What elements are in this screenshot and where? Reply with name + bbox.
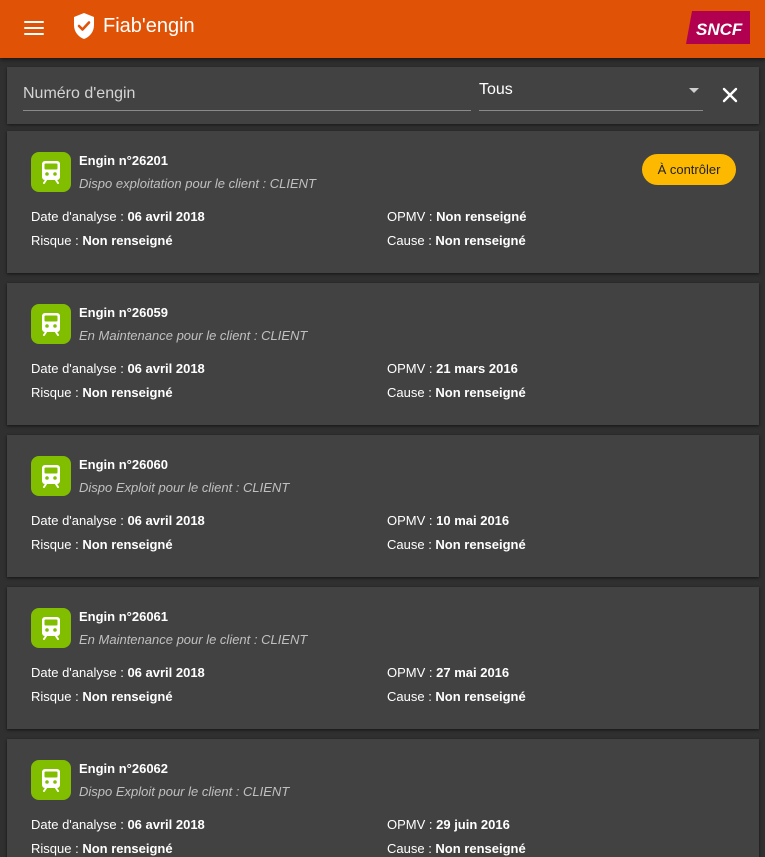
engine-number: Engin n°26060	[79, 457, 169, 472]
engine-number: Engin n°26061	[79, 609, 169, 624]
analysis-date-value: 06 avril 2018	[127, 817, 205, 832]
opmv: OPMV : 10 mai 2016	[387, 513, 509, 528]
cause-label: Cause :	[387, 537, 436, 552]
engine-number: Engin n°26201	[79, 153, 169, 168]
train-icon	[31, 152, 71, 192]
risk: Risque : Non renseigné	[31, 689, 173, 704]
caret-down-icon	[689, 88, 699, 93]
analysis-date: Date d'analyse : 06 avril 2018	[31, 361, 205, 376]
cause: Cause : Non renseigné	[387, 233, 526, 248]
engine-card[interactable]: Engin n°26059 En Maintenance pour le clie…	[7, 283, 759, 425]
risk: Risque : Non renseigné	[31, 537, 173, 552]
engine-status: Dispo Exploit pour le client : CLIENT	[79, 480, 290, 495]
analysis-date-label: Date d'analyse :	[31, 817, 128, 832]
cause: Cause : Non renseigné	[387, 385, 526, 400]
risk-label: Risque :	[31, 537, 83, 552]
analysis-date-label: Date d'analyse :	[31, 513, 128, 528]
cause-label: Cause :	[387, 689, 436, 704]
cause-value: Non renseigné	[435, 385, 526, 400]
shield-check-icon	[74, 13, 94, 39]
risk-label: Risque :	[31, 385, 83, 400]
opmv: OPMV : 27 mai 2016	[387, 665, 509, 680]
analysis-date-label: Date d'analyse :	[31, 665, 128, 680]
cause-value: Non renseigné	[435, 537, 526, 552]
opmv-value: 10 mai 2016	[436, 513, 510, 528]
cause: Cause : Non renseigné	[387, 841, 526, 856]
train-icon	[31, 760, 71, 800]
risk: Risque : Non renseigné	[31, 233, 173, 248]
analysis-date-value: 06 avril 2018	[127, 361, 205, 376]
analysis-date-value: 06 avril 2018	[127, 209, 205, 224]
sncf-logo: SNCF	[686, 11, 750, 44]
risk-value: Non renseigné	[82, 537, 173, 552]
engine-card[interactable]: Engin n°26201 Dispo exploitation pour le …	[7, 131, 759, 273]
risk-label: Risque :	[31, 233, 83, 248]
cause-value: Non renseigné	[435, 689, 526, 704]
filter-bar: Tous	[7, 67, 759, 124]
risk: Risque : Non renseigné	[31, 385, 173, 400]
opmv-label: OPMV :	[387, 513, 437, 528]
opmv-label: OPMV :	[387, 209, 437, 224]
train-icon	[31, 304, 71, 344]
opmv-value: 27 mai 2016	[436, 665, 510, 680]
analysis-date-label: Date d'analyse :	[31, 209, 128, 224]
analysis-date: Date d'analyse : 06 avril 2018	[31, 209, 205, 224]
cause-label: Cause :	[387, 385, 436, 400]
analysis-date: Date d'analyse : 06 avril 2018	[31, 513, 205, 528]
engine-card[interactable]: Engin n°26062 Dispo Exploit pour le clien…	[7, 739, 759, 857]
opmv-label: OPMV :	[387, 665, 437, 680]
opmv: OPMV : Non renseigné	[387, 209, 526, 224]
analysis-date-value: 06 avril 2018	[127, 513, 205, 528]
opmv: OPMV : 29 juin 2016	[387, 817, 510, 832]
menu-icon[interactable]	[24, 19, 46, 37]
opmv: OPMV : 21 mars 2016	[387, 361, 518, 376]
analysis-date: Date d'analyse : 06 avril 2018	[31, 665, 205, 680]
analysis-date-label: Date d'analyse :	[31, 361, 128, 376]
engine-number: Engin n°26062	[79, 761, 169, 776]
opmv-value: 29 juin 2016	[436, 817, 510, 832]
risk-value: Non renseigné	[82, 233, 173, 248]
engine-number: Engin n°26059	[79, 305, 169, 320]
risk-value: Non renseigné	[82, 841, 173, 856]
engine-status: En Maintenance pour le client : CLIENT	[79, 632, 308, 647]
search-input[interactable]	[23, 77, 471, 111]
app-bar: Fiab'engin SNCF	[0, 0, 765, 58]
analysis-date: Date d'analyse : 06 avril 2018	[31, 817, 205, 832]
risk-label: Risque :	[31, 841, 83, 856]
risk-label: Risque :	[31, 689, 83, 704]
train-icon	[31, 608, 71, 648]
opmv-value: 21 mars 2016	[436, 361, 518, 376]
engine-status: Dispo exploitation pour le client : CLIE…	[79, 176, 317, 191]
opmv-label: OPMV :	[387, 361, 437, 376]
engine-card[interactable]: Engin n°26060 Dispo Exploit pour le clien…	[7, 435, 759, 577]
status-select-value: Tous	[479, 81, 513, 98]
cause-label: Cause :	[387, 233, 436, 248]
risk-value: Non renseigné	[82, 689, 173, 704]
analysis-date-value: 06 avril 2018	[127, 665, 205, 680]
engine-status: Dispo Exploit pour le client : CLIENT	[79, 784, 290, 799]
close-icon[interactable]	[719, 84, 741, 106]
cause: Cause : Non renseigné	[387, 537, 526, 552]
cause: Cause : Non renseigné	[387, 689, 526, 704]
engine-card[interactable]: Engin n°26061 En Maintenance pour le clie…	[7, 587, 759, 729]
cause-value: Non renseigné	[435, 841, 526, 856]
risk-value: Non renseigné	[82, 385, 173, 400]
engine-status: En Maintenance pour le client : CLIENT	[79, 328, 308, 343]
opmv-label: OPMV :	[387, 817, 437, 832]
cause-value: Non renseigné	[435, 233, 526, 248]
status-select[interactable]: Tous	[479, 77, 703, 111]
risk: Risque : Non renseigné	[31, 841, 173, 856]
cause-label: Cause :	[387, 841, 436, 856]
to-check-badge[interactable]: À contrôler	[642, 154, 736, 185]
opmv-value: Non renseigné	[436, 209, 527, 224]
train-icon	[31, 456, 71, 496]
app-title: Fiab'engin	[103, 15, 195, 37]
sncf-logo-text: SNCF	[696, 20, 743, 39]
